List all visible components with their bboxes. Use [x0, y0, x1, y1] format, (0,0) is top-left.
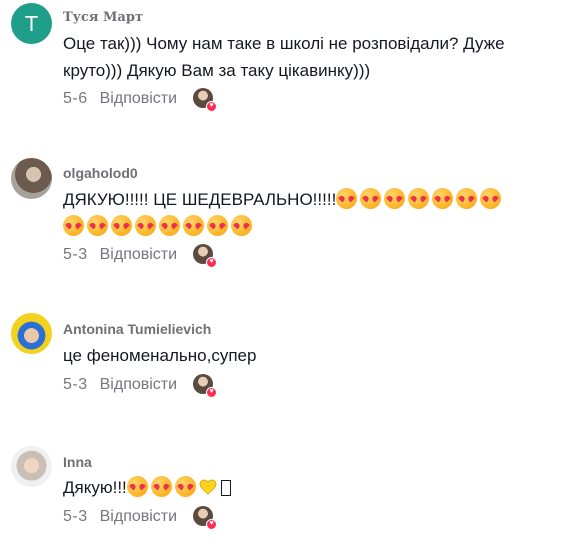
- comment-username[interactable]: Antonina Tumielievich: [63, 321, 211, 337]
- reply-button[interactable]: Відповісти: [100, 508, 177, 526]
- smiling-face-with-hearts-icon: [87, 215, 108, 236]
- comment-date: 5-3: [63, 508, 88, 525]
- comment-meta: 5-3 Відповісти ♥: [63, 243, 218, 268]
- emoji-group: [126, 476, 199, 497]
- smiling-face-with-hearts-icon: [360, 188, 382, 209]
- comment-text-body: це феноменально,супер: [63, 346, 257, 365]
- emoji-group: [336, 188, 504, 209]
- comment-username[interactable]: olgaholod0: [63, 165, 138, 181]
- creator-liked-icon: ♥: [193, 88, 218, 112]
- reply-button[interactable]: Відповісти: [100, 90, 177, 108]
- reply-button[interactable]: Відповісти: [100, 246, 177, 264]
- comment-date: 5-6: [63, 90, 88, 107]
- comment-text-body: ДЯКУЮ!!!!! ЦЕ ШЕДЕВРАЛЬНО!!!!!: [63, 190, 337, 209]
- smiling-face-with-hearts-icon: [111, 215, 132, 236]
- comment-text: Дякую!!!: [63, 474, 568, 501]
- smiling-face-with-hearts-icon: [408, 188, 430, 209]
- smiling-face-with-hearts-icon: [159, 215, 180, 236]
- creator-liked-icon: ♥: [193, 244, 218, 268]
- comment-meta: 5-3 Відповісти ♥: [63, 373, 218, 398]
- reply-button[interactable]: Відповісти: [100, 376, 177, 394]
- smiling-face-with-hearts-icon: [126, 476, 148, 497]
- comment-text-line: круто))) Дякую Вам за таку цікавинку))): [63, 61, 371, 80]
- yellow-heart-icon: [199, 479, 217, 495]
- smiling-face-with-hearts-icon: [336, 188, 358, 209]
- smiling-face-with-hearts-icon: [63, 215, 84, 236]
- comment-text: ДЯКУЮ!!!!! ЦЕ ШЕДЕВРАЛЬНО!!!!!: [63, 186, 568, 240]
- smiling-face-with-hearts-icon: [183, 215, 204, 236]
- comment-username[interactable]: Inna: [63, 454, 92, 470]
- smiling-face-with-hearts-icon: [174, 476, 196, 497]
- missing-glyph-icon: [220, 480, 231, 496]
- smiling-face-with-hearts-icon: [480, 188, 502, 209]
- smiling-face-with-hearts-icon: [384, 188, 406, 209]
- comment-text: це феноменально,супер: [63, 342, 568, 369]
- smiling-face-with-hearts-icon: [150, 476, 172, 497]
- smiling-face-with-hearts-icon: [432, 188, 454, 209]
- comment-date: 5-3: [63, 376, 88, 393]
- avatar[interactable]: [11, 446, 52, 487]
- comment-meta: 5-3 Відповісти ♥: [63, 505, 218, 530]
- comment-username[interactable]: Туся Март: [63, 10, 143, 25]
- creator-liked-icon: ♥: [193, 374, 218, 398]
- comment-text-line: Оце так))) Чому нам таке в школі не розп…: [63, 34, 505, 53]
- smiling-face-with-hearts-icon: [207, 215, 228, 236]
- smiling-face-with-hearts-icon: [135, 215, 156, 236]
- smiling-face-with-hearts-icon: [231, 215, 252, 236]
- avatar[interactable]: T: [11, 3, 52, 44]
- comment-meta: 5-6 Відповісти ♥: [63, 87, 218, 112]
- avatar[interactable]: [11, 313, 52, 354]
- comment-date: 5-3: [63, 246, 88, 263]
- comment-text-body: Дякую!!!: [63, 478, 127, 497]
- avatar-letter: T: [25, 11, 38, 36]
- smiling-face-with-hearts-icon: [456, 188, 478, 209]
- emoji-group: [63, 215, 255, 236]
- avatar[interactable]: [11, 158, 52, 199]
- comment-text: Оце так))) Чому нам таке в школі не розп…: [63, 30, 568, 84]
- creator-liked-icon: ♥: [193, 506, 218, 530]
